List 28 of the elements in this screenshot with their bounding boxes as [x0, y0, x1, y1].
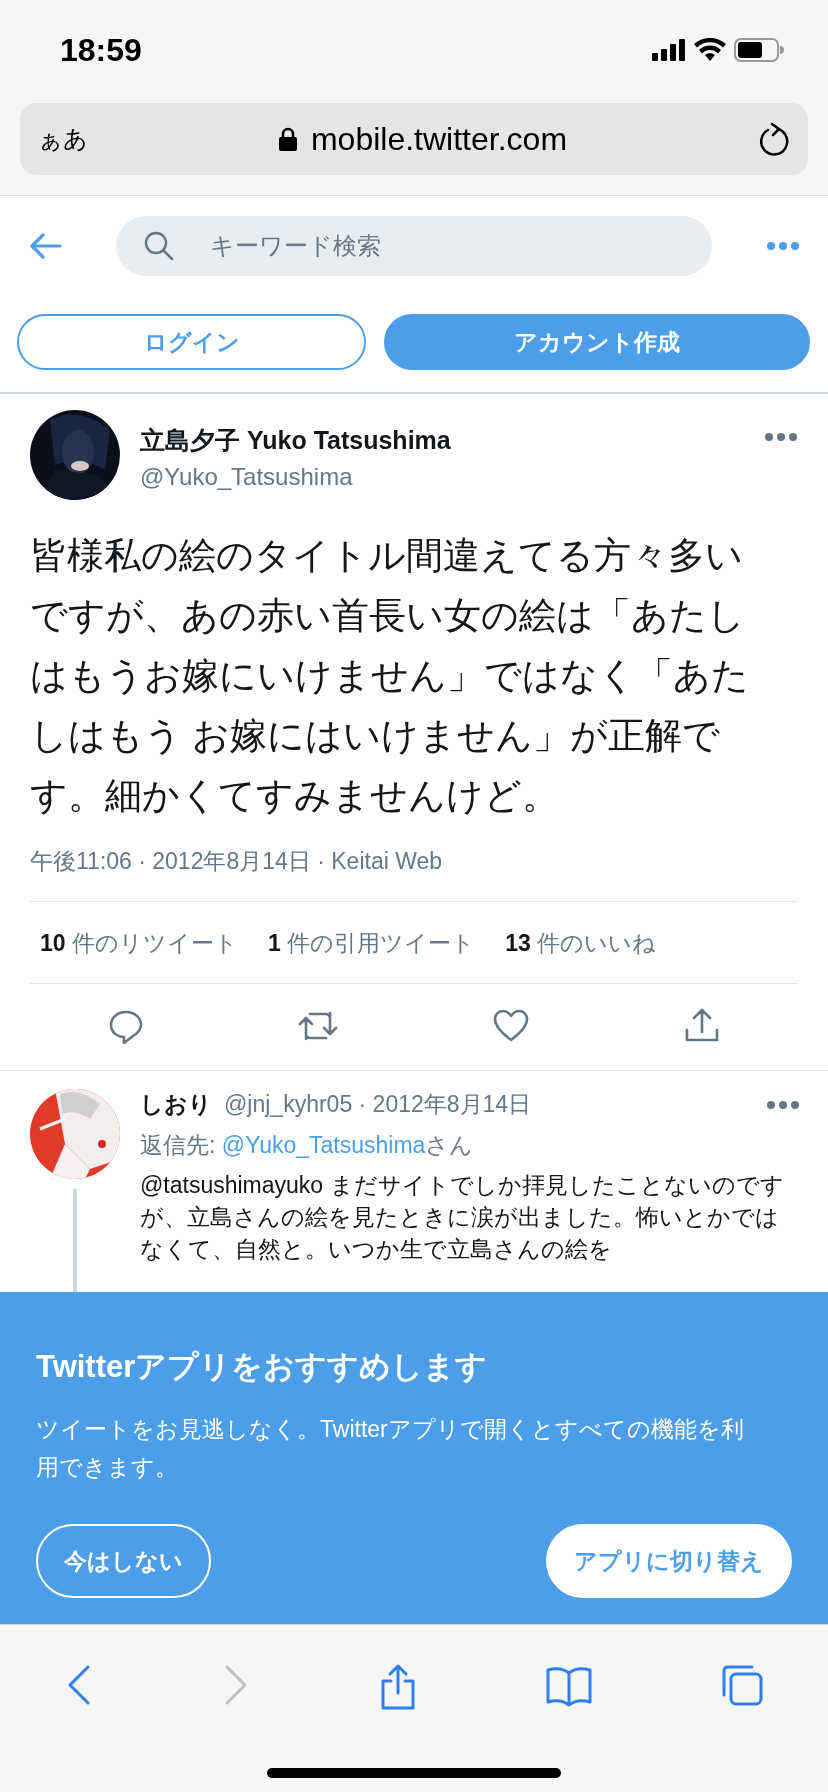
stat-count[interactable]: 1 件の引用ツイート: [268, 928, 476, 959]
author-name[interactable]: しおり: [140, 1089, 212, 1120]
battery-icon: [734, 38, 784, 62]
stat-count[interactable]: 13 件のいいね: [505, 928, 657, 959]
signal-icon: [652, 39, 686, 61]
back-arrow-icon[interactable]: [30, 233, 62, 259]
more-icon[interactable]: [766, 241, 800, 251]
banner-title: Twitterアプリをおすすめします: [36, 1348, 489, 1386]
url-text: mobile.twitter.com: [310, 120, 568, 158]
wifi-icon: [694, 38, 726, 62]
lock-icon: [278, 127, 297, 151]
author-name[interactable]: 立島夕子 Yuko Tatsushima: [140, 424, 744, 457]
more-icon[interactable]: [766, 1099, 800, 1110]
tweet-text: 皆様私の絵のタイトル間違えてる方々多いですが、あの赤い首長い女の絵は「あたしはもうお嫁にいけません」ではなく「あたしはもう お嫁にはいけません」が正解です。細かくてすみませんけど。: [30, 534, 750, 818]
author-handle[interactable]: @Yuko_Tatsushima: [140, 463, 744, 491]
status-time: 18:59: [60, 31, 142, 69]
search-field[interactable]: キーワード検索: [116, 216, 712, 276]
tabs-icon[interactable]: [720, 1663, 765, 1707]
address-bar[interactable]: ぁあ mobile.twitter.com: [20, 103, 808, 175]
more-icon[interactable]: [764, 432, 798, 442]
reply-text: @tatsushimayuko まだサイトでしか拝見したことないのですが、立島さんの絵を見たときに涙が出ました。怖いとかではなくて、自然と。いつか生で立島さんの絵を: [140, 1171, 785, 1264]
reply-meta: @jnj_kyhr05 · 2012年8月14日: [224, 1090, 533, 1119]
text-size-button[interactable]: ぁあ: [38, 123, 88, 155]
stat-count[interactable]: 10 件のリツイート: [40, 928, 238, 959]
reload-icon[interactable]: [758, 122, 790, 156]
reply-to-text: 返信先: @Yuko_Tatsushimaさん: [140, 1131, 475, 1160]
tweet-timestamp: 午後11:06 · 2012年8月14日 · Keitai Web: [30, 826, 798, 902]
banner-text: ツイートをお見逃しなく。Twitterアプリで開くとすべての機能を利用できます。: [36, 1415, 745, 1482]
